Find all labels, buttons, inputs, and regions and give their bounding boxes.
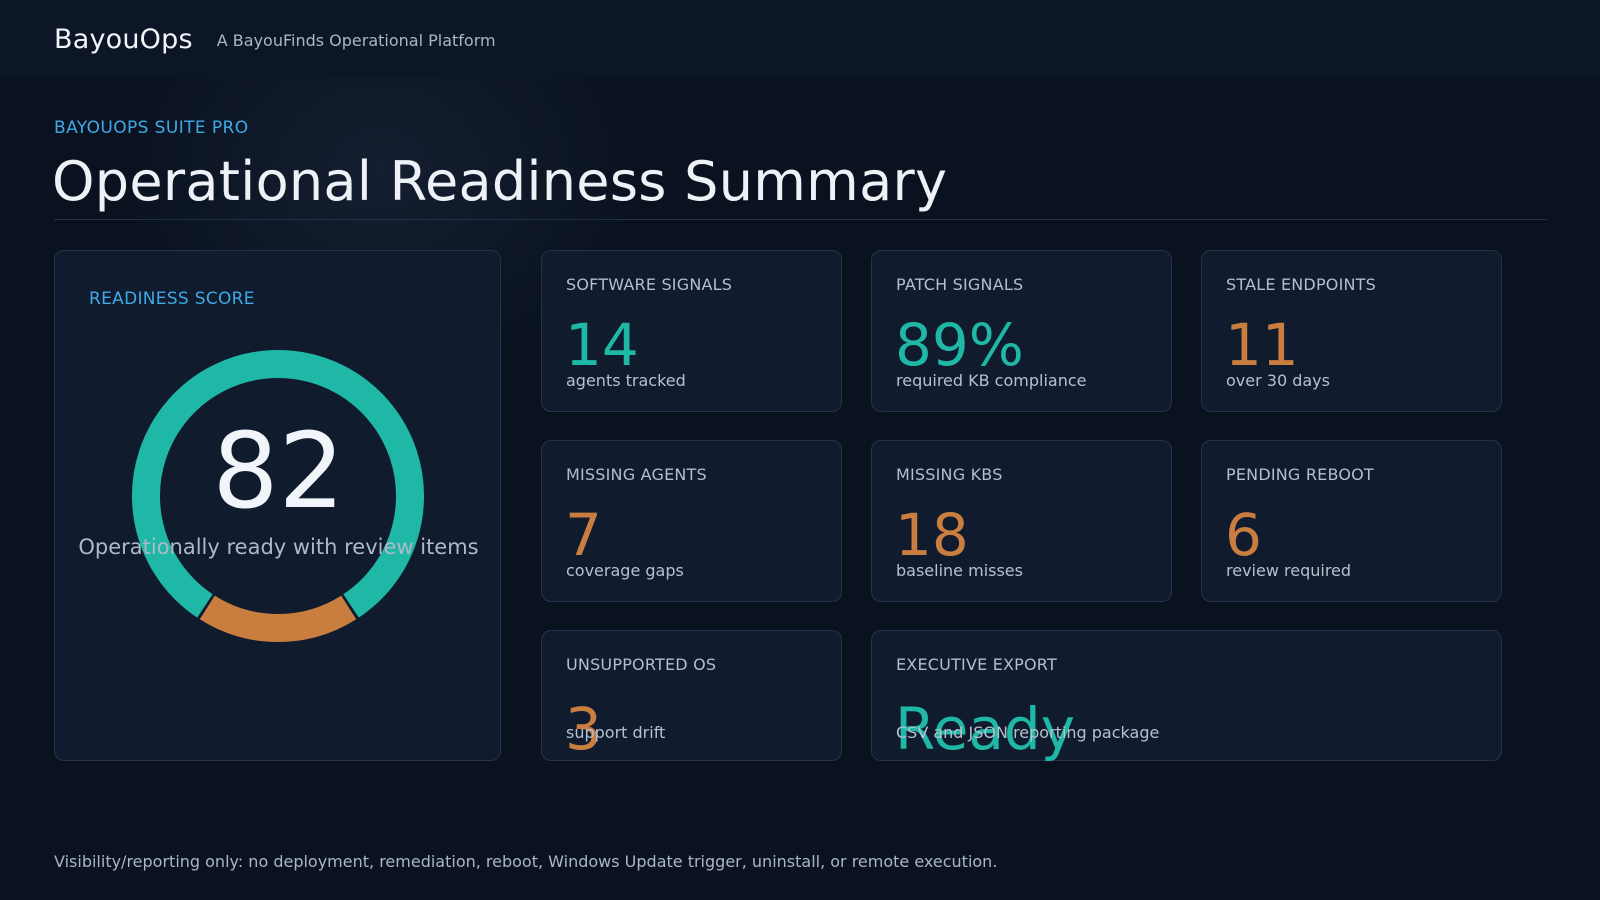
card-label: UNSUPPORTED OS — [566, 655, 717, 674]
card-label: PATCH SIGNALS — [896, 275, 1024, 294]
card-subtext: coverage gaps — [566, 561, 684, 580]
card-subtext: over 30 days — [1226, 371, 1330, 390]
card-value: 89% — [895, 311, 1024, 379]
card-subtext: baseline misses — [896, 561, 1023, 580]
card-subtext: support drift — [566, 723, 666, 742]
brand-name[interactable]: BayouOps — [54, 24, 193, 55]
top-bar: BayouOps A BayouFinds Operational Platfo… — [0, 0, 1600, 78]
card-value: 7 — [565, 501, 602, 569]
card-subtext: CSV and JSON reporting package — [896, 723, 1160, 742]
card-patch-signals[interactable]: PATCH SIGNALS 89% required KB compliance — [871, 250, 1172, 412]
readiness-score-caption: Operationally ready with review items — [78, 535, 479, 559]
card-label: MISSING KBS — [896, 465, 1003, 484]
page-title: Operational Readiness Summary — [52, 150, 948, 213]
card-label: MISSING AGENTS — [566, 465, 707, 484]
card-label: PENDING REBOOT — [1226, 465, 1374, 484]
card-unsupported-os[interactable]: UNSUPPORTED OS 3 support drift — [541, 630, 842, 761]
card-stale-endpoints[interactable]: STALE ENDPOINTS 11 over 30 days — [1201, 250, 1502, 412]
card-software-signals[interactable]: SOFTWARE SIGNALS 14 agents tracked — [541, 250, 842, 412]
title-divider — [54, 219, 1547, 220]
card-value: 6 — [1225, 501, 1262, 569]
footer-disclaimer: Visibility/reporting only: no deployment… — [54, 852, 998, 871]
readiness-score-card: READINESS SCORE 82 Operationally ready w… — [54, 250, 501, 761]
gauge-review-arc — [199, 595, 357, 642]
readiness-score-value: 82 — [212, 410, 345, 532]
card-missing-agents[interactable]: MISSING AGENTS 7 coverage gaps — [541, 440, 842, 602]
card-value: 14 — [565, 311, 639, 379]
card-missing-kbs[interactable]: MISSING KBS 18 baseline misses — [871, 440, 1172, 602]
card-subtext: required KB compliance — [896, 371, 1087, 390]
brand-tagline: A BayouFinds Operational Platform — [216, 30, 496, 50]
card-subtext: review required — [1226, 561, 1352, 580]
product-kicker: BAYOUOPS SUITE PRO — [54, 118, 249, 138]
card-label: STALE ENDPOINTS — [1226, 275, 1376, 294]
card-value: 11 — [1225, 311, 1299, 379]
card-pending-reboot[interactable]: PENDING REBOOT 6 review required — [1201, 440, 1502, 602]
card-subtext: agents tracked — [566, 371, 686, 390]
card-label: EXECUTIVE EXPORT — [896, 655, 1057, 674]
card-value: 18 — [895, 501, 969, 569]
card-label: SOFTWARE SIGNALS — [566, 275, 733, 294]
card-executive-export[interactable]: EXECUTIVE EXPORT Ready CSV and JSON repo… — [871, 630, 1502, 761]
